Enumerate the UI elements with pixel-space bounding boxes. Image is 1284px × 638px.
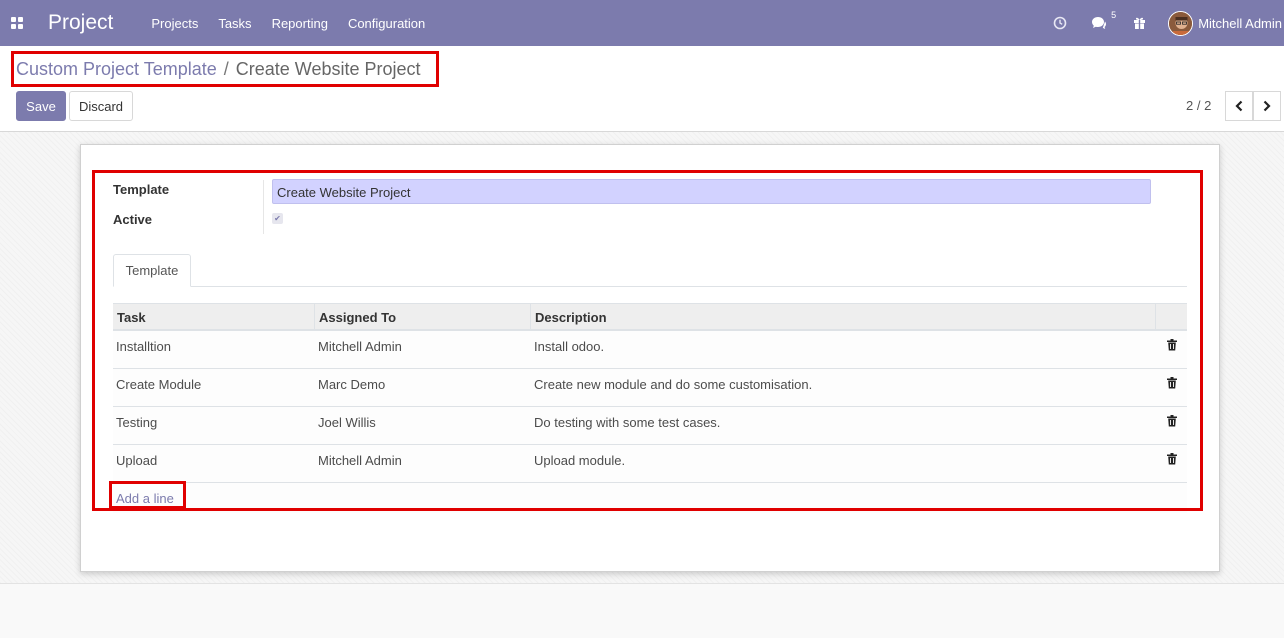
save-button[interactable]: Save bbox=[16, 91, 66, 121]
user-menu[interactable]: Mitchell Admin bbox=[1198, 16, 1282, 31]
chevron-left-icon bbox=[1235, 100, 1243, 112]
gift-icon[interactable] bbox=[1133, 16, 1146, 30]
menu-projects[interactable]: Projects bbox=[151, 16, 198, 31]
menu-reporting[interactable]: Reporting bbox=[272, 16, 328, 31]
menu-configuration[interactable]: Configuration bbox=[348, 16, 425, 31]
menu-tasks[interactable]: Tasks bbox=[218, 16, 251, 31]
chevron-right-icon bbox=[1263, 100, 1271, 112]
clock-icon[interactable] bbox=[1053, 16, 1067, 30]
breadcrumb-highlight-box bbox=[11, 51, 439, 87]
add-line-highlight-box bbox=[109, 481, 186, 509]
chat-badge: 5 bbox=[1111, 10, 1117, 20]
top-navbar: Project Projects Tasks Reporting Configu… bbox=[0, 0, 1284, 46]
chat-icon[interactable]: 5 bbox=[1091, 10, 1116, 30]
discard-button[interactable]: Discard bbox=[69, 91, 133, 121]
pager-previous-button[interactable] bbox=[1225, 91, 1253, 121]
form-highlight-box bbox=[92, 170, 1203, 511]
app-name[interactable]: Project bbox=[48, 11, 113, 35]
avatar[interactable] bbox=[1168, 10, 1194, 36]
pager-value: 2 / 2 bbox=[1186, 98, 1212, 113]
apps-icon[interactable] bbox=[11, 17, 23, 29]
pager-next-button[interactable] bbox=[1253, 91, 1281, 121]
